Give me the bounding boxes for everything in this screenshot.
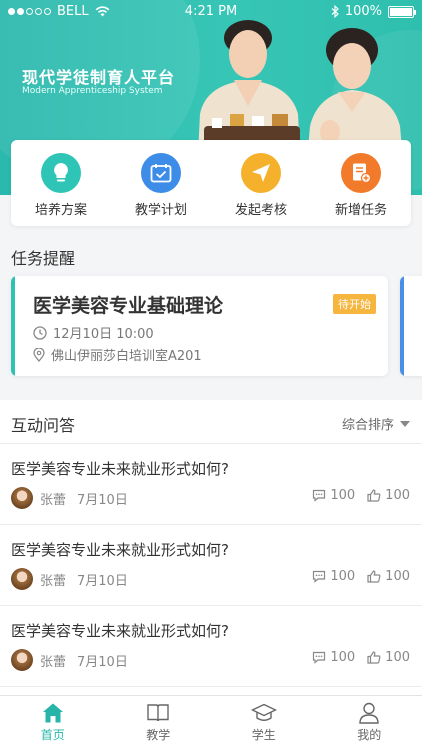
qa-question: 医学美容专业未来就业形式如何?: [11, 460, 229, 478]
graduation-cap-icon: [250, 703, 277, 721]
task-accent-bar: [11, 276, 15, 376]
qa-list-item[interactable]: 医学美容专业未来就业形式如何? 张蕾 7月10日 100 100: [0, 606, 422, 687]
qa-section-title: 互动问答: [11, 416, 76, 435]
comment-icon: [313, 651, 326, 664]
sort-label: 综合排序: [341, 418, 394, 433]
calendar-icon: [141, 153, 181, 193]
avatar: [11, 487, 33, 509]
like-count-value: 100: [385, 569, 410, 584]
location-pin-icon: [33, 347, 45, 362]
like-count-value: 100: [385, 488, 410, 503]
sort-dropdown[interactable]: 综合排序: [342, 414, 410, 433]
quick-action-label: 培养方案: [34, 203, 87, 218]
quick-action-add-task[interactable]: 新增任务: [311, 140, 411, 226]
task-title: 医学美容专业基础理论: [33, 295, 224, 317]
tab-teaching[interactable]: 教学: [106, 696, 212, 750]
bottom-tab-bar: 首页 教学 学生 我的: [0, 695, 422, 750]
like-count[interactable]: 100: [367, 650, 410, 665]
user-icon: [359, 702, 379, 724]
tab-students[interactable]: 学生: [211, 696, 317, 750]
thumbs-up-icon: [367, 570, 381, 583]
qa-author: 张蕾: [40, 573, 67, 589]
tab-label: 我的: [357, 728, 382, 742]
tab-profile[interactable]: 我的: [317, 696, 422, 750]
qa-list-item[interactable]: 医学美容专业未来就业形式如何? 张蕾 7月10日 100 100: [0, 525, 422, 606]
quick-action-teaching-plan[interactable]: 教学计划: [111, 140, 211, 226]
tab-label: 首页: [40, 728, 65, 742]
thumbs-up-icon: [367, 651, 381, 664]
tab-home[interactable]: 首页: [0, 696, 106, 750]
qa-date: 7月10日: [77, 492, 128, 508]
paper-plane-icon: [241, 153, 281, 193]
qa-question: 医学美容专业未来就业形式如何?: [11, 541, 229, 559]
quick-action-training-plan[interactable]: 培养方案: [11, 140, 111, 226]
caret-down-icon: [400, 420, 410, 427]
tab-label: 教学: [146, 728, 171, 742]
comment-count-value: 100: [330, 569, 356, 584]
task-location: 佛山伊丽莎白培训室A201: [51, 349, 202, 364]
qa-date: 7月10日: [77, 654, 128, 670]
like-count[interactable]: 100: [367, 488, 410, 503]
task-card[interactable]: 医学美容专业基础理论 待开始 12月10日 10:00 佛山伊丽莎白培训室A20…: [11, 276, 388, 376]
tab-label: 学生: [251, 728, 276, 742]
qa-author: 张蕾: [40, 492, 67, 508]
quick-action-label: 发起考核: [234, 203, 287, 218]
book-icon: [147, 704, 169, 722]
qa-list-item[interactable]: 医学美容专业未来就业形式如何? 张蕾 7月10日 100 100: [0, 444, 422, 525]
quick-actions-card: 培养方案 教学计划 发起考核 新增任务: [11, 140, 411, 226]
qa-meta: 张蕾 7月10日: [11, 487, 128, 509]
comment-count-value: 100: [330, 488, 356, 503]
qa-stats: 100 100: [312, 650, 410, 665]
qa-section: 互动问答 综合排序 医学美容专业未来就业形式如何? 张蕾 7月10日 100 1…: [0, 400, 422, 695]
comment-count[interactable]: 100: [312, 650, 355, 665]
task-accent-bar: [400, 276, 404, 376]
lightbulb-icon: [41, 153, 81, 193]
qa-author: 张蕾: [40, 654, 67, 670]
quick-action-label: 新增任务: [334, 203, 387, 218]
qa-date: 7月10日: [77, 573, 128, 589]
next-task-card-peek[interactable]: [400, 276, 422, 376]
task-time: 12月10日 10:00: [53, 327, 154, 342]
qa-question: 医学美容专业未来就业形式如何?: [11, 622, 229, 640]
comment-count[interactable]: 100: [312, 569, 355, 584]
qa-meta: 张蕾 7月10日: [11, 568, 128, 590]
qa-stats: 100 100: [312, 488, 410, 503]
qa-meta: 张蕾 7月10日: [11, 649, 128, 671]
comment-icon: [313, 570, 326, 583]
quick-action-start-assessment[interactable]: 发起考核: [211, 140, 311, 226]
task-add-icon: [341, 153, 381, 193]
like-count[interactable]: 100: [367, 569, 410, 584]
comment-count-value: 100: [330, 650, 356, 665]
qa-stats: 100 100: [312, 569, 410, 584]
quick-action-label: 教学计划: [134, 203, 187, 218]
task-time-row: 12月10日 10:00: [33, 323, 154, 342]
avatar: [11, 568, 33, 590]
qa-header: 互动问答 综合排序: [0, 400, 422, 444]
status-badge: 待开始: [333, 294, 376, 314]
thumbs-up-icon: [367, 489, 381, 502]
platform-title: 现代学徒制育人平台: [22, 68, 176, 87]
task-location-row: 佛山伊丽莎白培训室A201: [33, 345, 202, 364]
home-icon: [42, 703, 63, 723]
like-count-value: 100: [385, 650, 410, 665]
comment-count[interactable]: 100: [312, 488, 355, 503]
comment-icon: [313, 489, 326, 502]
platform-subtitle: Modern Apprenticeship System: [22, 86, 163, 96]
clock-icon: [33, 325, 47, 340]
avatar: [11, 649, 33, 671]
task-section-title: 任务提醒: [11, 249, 76, 268]
